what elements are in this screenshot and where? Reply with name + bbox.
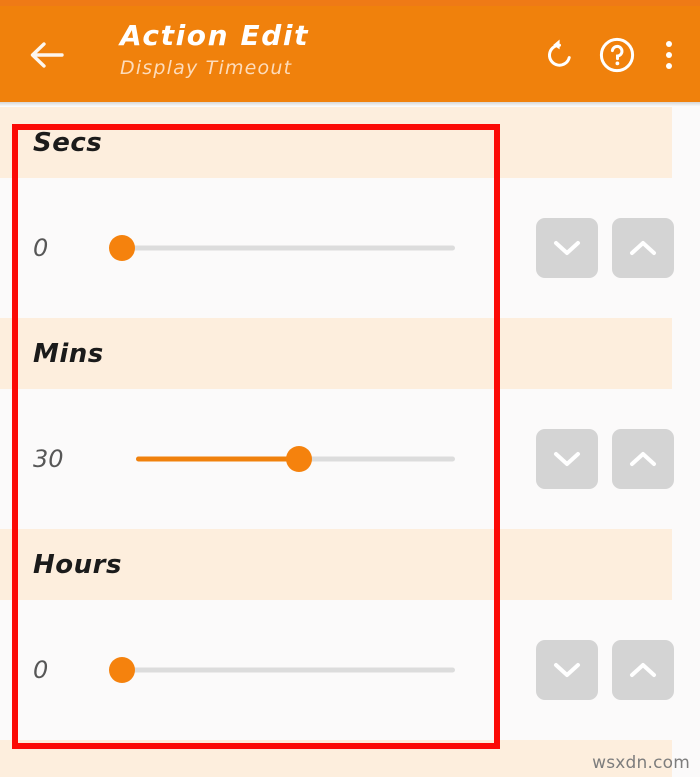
page-subtitle: Display Timeout	[120, 57, 293, 79]
undo-rotate-left-icon	[541, 37, 577, 73]
group-header-secs: Secs	[0, 107, 672, 178]
group-header-mins: Mins	[0, 318, 672, 389]
chevron-up-icon	[628, 238, 658, 258]
arrow-left-icon	[27, 38, 65, 72]
app-bar: Action Edit Display Timeout	[0, 6, 700, 102]
group-label-mins: Mins	[33, 338, 104, 369]
chevron-down-icon	[552, 660, 582, 680]
value-label-hours: 0	[33, 656, 49, 684]
help-button[interactable]	[588, 26, 646, 84]
group-label-hours: Hours	[33, 549, 122, 580]
app-bar-titles: Action Edit Display Timeout	[120, 18, 450, 82]
group-header-next-partial	[0, 740, 672, 777]
app-bar-actions	[530, 26, 692, 84]
increment-button-mins[interactable]	[612, 429, 674, 489]
slider-secs[interactable]	[109, 234, 455, 262]
slider-track-secs	[122, 245, 455, 251]
chevron-down-icon	[552, 238, 582, 258]
steppers-mins	[536, 429, 674, 489]
group-label-secs: Secs	[33, 127, 103, 158]
group-header-hours: Hours	[0, 529, 672, 600]
value-label-mins: 30	[33, 445, 64, 473]
steppers-secs	[536, 218, 674, 278]
slider-fill-mins	[136, 456, 299, 462]
slider-thumb-hours[interactable]	[109, 657, 135, 683]
page-title: Action Edit	[120, 19, 310, 52]
watermark-text: wsxdn.com	[592, 753, 690, 773]
settings-list: Secs 0 Mins 30 Hours 0	[0, 107, 700, 777]
slider-track-hours	[122, 667, 455, 673]
duration-group-hours: Hours 0	[0, 529, 700, 740]
decrement-button-hours[interactable]	[536, 640, 598, 700]
slider-mins[interactable]	[136, 445, 455, 473]
duration-group-secs: Secs 0	[0, 107, 700, 318]
chevron-up-icon	[628, 660, 658, 680]
duration-group-mins: Mins 30	[0, 318, 700, 529]
group-body-secs: 0	[0, 178, 700, 318]
group-body-hours: 0	[0, 600, 700, 740]
app-screen: Action Edit Display Timeout Secs 0 Mins …	[0, 0, 700, 777]
slider-hours[interactable]	[109, 656, 455, 684]
chevron-down-icon	[552, 449, 582, 469]
decrement-button-mins[interactable]	[536, 429, 598, 489]
steppers-hours	[536, 640, 674, 700]
reset-button[interactable]	[530, 26, 588, 84]
back-button[interactable]	[18, 30, 74, 80]
slider-thumb-secs[interactable]	[109, 235, 135, 261]
increment-button-secs[interactable]	[612, 218, 674, 278]
slider-thumb-mins[interactable]	[285, 446, 312, 472]
decrement-button-secs[interactable]	[536, 218, 598, 278]
overflow-menu-button[interactable]	[646, 26, 692, 84]
value-label-secs: 0	[33, 234, 49, 262]
kebab-menu-icon	[666, 38, 672, 72]
question-circle-icon	[598, 36, 636, 74]
group-body-mins: 30	[0, 389, 700, 529]
increment-button-hours[interactable]	[612, 640, 674, 700]
chevron-up-icon	[628, 449, 658, 469]
